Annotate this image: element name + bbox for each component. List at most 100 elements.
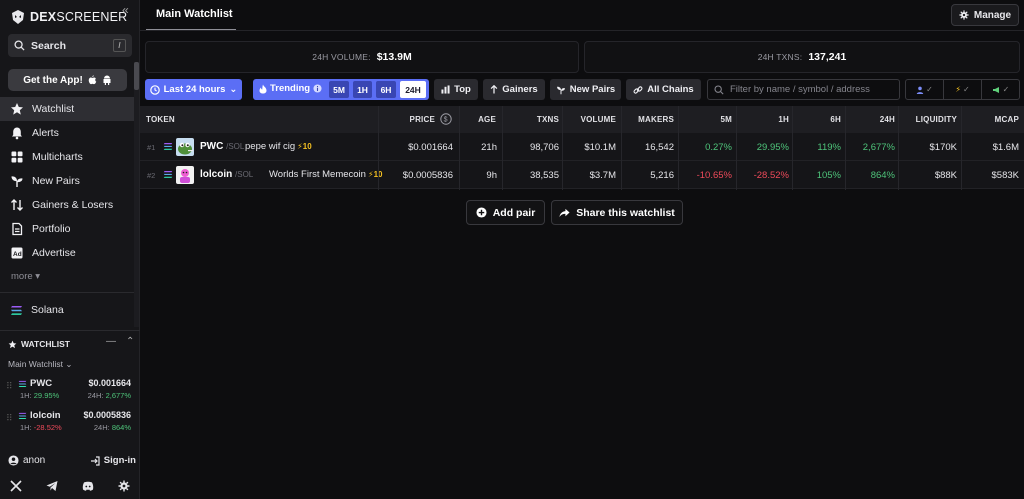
search-button[interactable]: Search / [8, 34, 132, 57]
column-divider [792, 106, 793, 190]
trending-option-1h[interactable]: 1H [353, 81, 372, 98]
lolcoin-token-icon [176, 166, 194, 184]
check-icon: ✓ [926, 85, 933, 94]
header-divider [140, 30, 1024, 31]
username: anon [23, 455, 46, 466]
get-app-label: Get the App! [23, 74, 83, 86]
top-button[interactable]: Top [434, 79, 478, 100]
volume-cell: $3.7M [589, 170, 616, 181]
add-pair-button[interactable]: Add pair [466, 200, 545, 225]
watchlist-selector[interactable]: Main Watchlist ⌄ [8, 359, 72, 370]
watchlist-panel-header: WATCHLIST [8, 339, 70, 349]
manage-button[interactable]: Manage [951, 4, 1019, 26]
column-header-volume[interactable]: VOLUME [581, 115, 616, 124]
trending-option-24h[interactable]: 24H [400, 81, 426, 98]
sidebar-scrollbar[interactable] [134, 62, 139, 327]
pwc-token-icon [176, 138, 194, 156]
change-5m-cell: -10.65% [696, 170, 732, 181]
solana-icon [163, 143, 173, 150]
filter-input[interactable]: Filter by name / symbol / address [707, 79, 900, 100]
change-1h-cell: 29.95% [756, 142, 789, 153]
makers-cell: 16,542 [644, 142, 674, 153]
timeframe-dropdown[interactable]: Last 24 hours ⌄ [145, 79, 242, 100]
sidebar-item-alerts[interactable]: Alerts [0, 121, 134, 145]
trending-option-5m[interactable]: 5M [329, 81, 349, 98]
column-header-1h[interactable]: 1H [778, 115, 789, 124]
telegram-icon[interactable] [46, 480, 58, 492]
settings-gear-icon[interactable] [118, 480, 130, 492]
apple-icon [88, 75, 97, 85]
rank-label: #1 [147, 143, 156, 152]
column-header-mcap[interactable]: MCAP [995, 115, 1019, 124]
table-row[interactable]: #1 PWC /SOL pepe wif cig ⚡10 $0.001664 21… [140, 133, 1024, 161]
token-symbol: lolcoin /SOL [200, 169, 254, 180]
volume-stat-card: 24H VOLUME: $13.9M [145, 41, 579, 73]
column-header-txns[interactable]: TXNS [537, 115, 559, 124]
column-divider [678, 106, 679, 190]
more-menu[interactable]: more ▾ [11, 271, 40, 282]
sidebar-item-advertise[interactable]: Ad Advertise [0, 241, 134, 265]
dexscreener-logo[interactable]: DEXSCREENER [10, 8, 127, 26]
user-icon [8, 455, 19, 466]
watchlist-change-24h: 24H: 864% [93, 423, 131, 432]
scrollbar-thumb[interactable] [134, 62, 139, 90]
drag-handle-icon[interactable]: ⠿ [6, 381, 13, 392]
new-pairs-button[interactable]: New Pairs [550, 79, 621, 100]
column-divider [845, 106, 846, 190]
quick-filter-group: ✓ ⚡ ✓ ✓ [905, 79, 1020, 100]
change-24h-cell: 2,677% [862, 142, 895, 153]
watchlist-item[interactable]: ⠿ PWC $0.001664 1H: 29.95% 24H: 2,677% [6, 377, 134, 403]
discord-icon[interactable] [82, 480, 94, 492]
search-icon [714, 84, 724, 95]
check-icon: ✓ [962, 85, 970, 94]
trending-option-6h[interactable]: 6H [376, 81, 396, 98]
expand-icon[interactable]: ⌃ [126, 336, 134, 347]
info-icon[interactable] [313, 84, 322, 93]
watchlist-change-24h: 24H: 2,677% [87, 391, 131, 400]
column-header-5m[interactable]: 5M [720, 115, 732, 124]
collapse-sidebar-icon[interactable]: « [122, 3, 129, 17]
ad-filter-toggle[interactable]: ✓ [982, 80, 1019, 99]
column-header-liquidity[interactable]: LIQUIDITY [916, 115, 957, 124]
drag-handle-icon[interactable]: ⠿ [6, 413, 13, 424]
rank-label: #2 [147, 171, 156, 180]
tab-main-watchlist[interactable]: Main Watchlist [156, 8, 233, 20]
currency-toggle-icon[interactable]: $ [440, 113, 452, 125]
plus-circle-icon [476, 207, 487, 218]
column-header-price[interactable]: PRICE [410, 115, 435, 124]
chain-item-solana[interactable]: Solana [10, 304, 64, 316]
sign-in-button[interactable]: Sign-in [90, 455, 136, 466]
boost-filter-toggle[interactable]: ⚡ ✓ [944, 80, 982, 99]
sidebar-item-multicharts[interactable]: Multicharts [0, 145, 134, 169]
price-cell: $0.001664 [408, 142, 453, 153]
sidebar-item-gainers-losers[interactable]: Gainers & Losers [0, 193, 134, 217]
column-header-token[interactable]: TOKEN [146, 115, 175, 124]
sidebar-item-new-pairs[interactable]: New Pairs [0, 169, 134, 193]
column-divider [736, 106, 737, 190]
trending-filter[interactable]: Trending 5M 1H 6H 24H [253, 79, 429, 100]
add-pair-label: Add pair [492, 206, 536, 219]
watchlist-item[interactable]: ⠿ lolcoin $0.0005836 1H: -28.52% 24H: 86… [6, 409, 134, 435]
table-row[interactable]: #2 lolcoin /SOL Worlds First Memecoin ⚡10… [140, 161, 1024, 189]
get-app-button[interactable]: Get the App! [8, 69, 127, 91]
solana-icon [18, 412, 27, 419]
share-watchlist-button[interactable]: Share this watchlist [551, 200, 683, 225]
column-header-6h[interactable]: 6H [830, 115, 841, 124]
txns-cell: 38,535 [529, 170, 559, 181]
sidebar-item-watchlist[interactable]: Watchlist [0, 97, 134, 121]
check-icon: ✓ [1002, 85, 1010, 94]
column-header-24h[interactable]: 24H [880, 115, 895, 124]
filter-placeholder: Filter by name / symbol / address [730, 84, 870, 95]
all-chains-button[interactable]: All Chains [626, 79, 701, 100]
gainers-button[interactable]: Gainers [483, 79, 545, 100]
user-filter-toggle[interactable]: ✓ [906, 80, 944, 99]
x-twitter-icon[interactable] [10, 480, 22, 492]
minimize-icon[interactable]: — [106, 336, 116, 347]
watchlist-price: $0.0005836 [83, 410, 131, 420]
column-header-age[interactable]: AGE [478, 115, 496, 124]
column-header-makers[interactable]: MAKERS [638, 115, 674, 124]
sidebar-item-portfolio[interactable]: Portfolio [0, 217, 134, 241]
volume-value: $13.9M [376, 51, 412, 63]
gear-icon [959, 10, 969, 20]
liquidity-cell: $88K [934, 170, 957, 181]
